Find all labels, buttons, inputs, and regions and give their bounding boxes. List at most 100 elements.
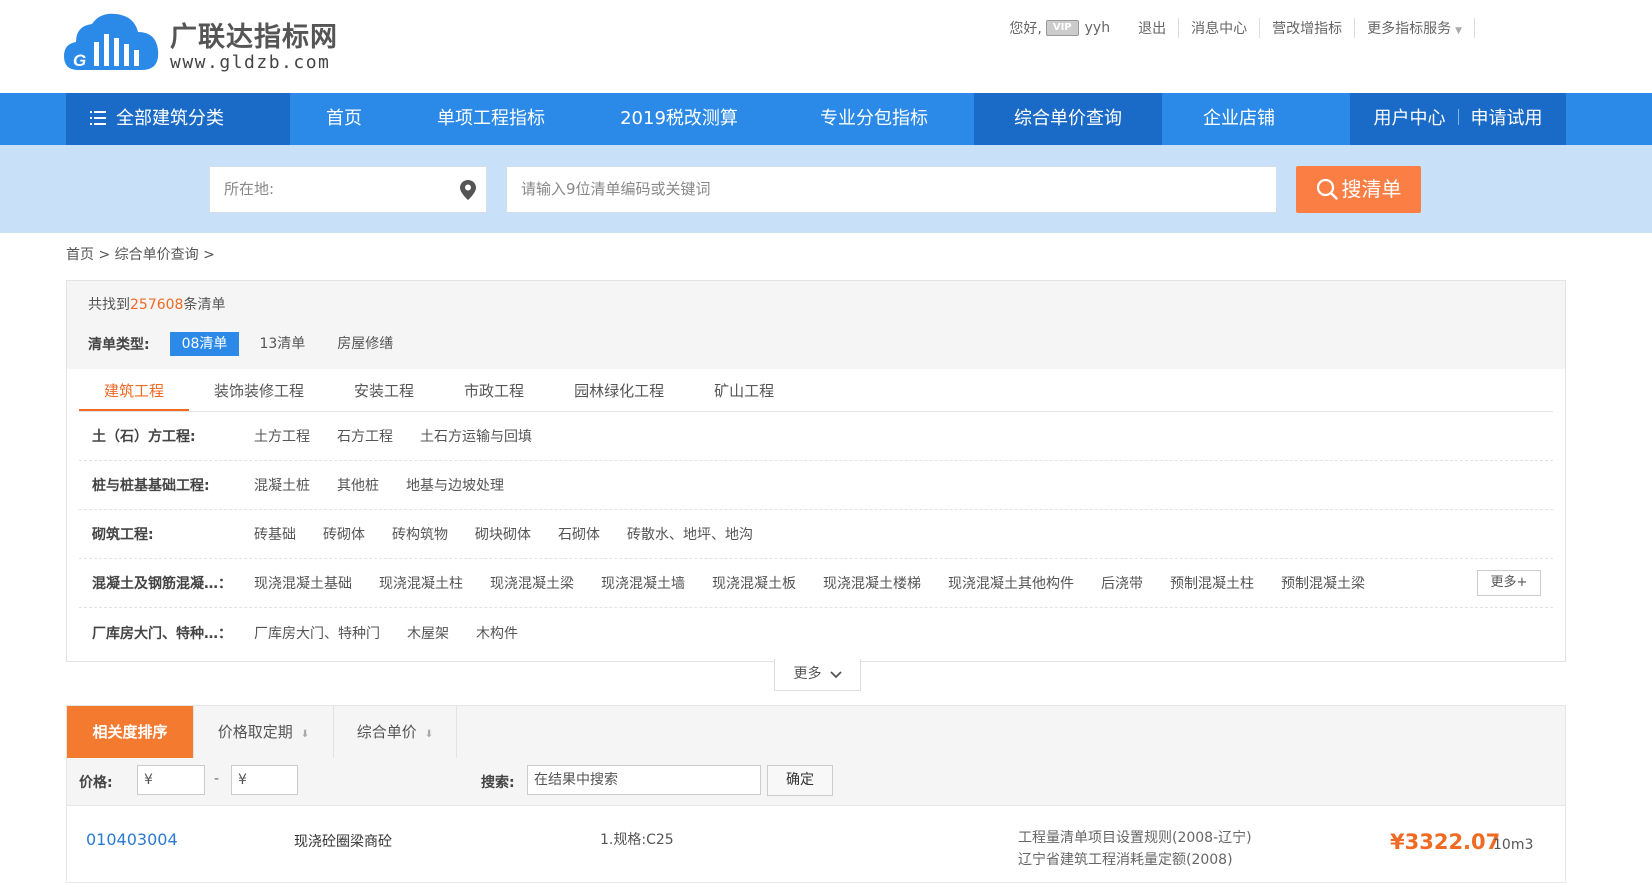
chevron-down-icon: ▼ [1455,26,1462,36]
category-item[interactable]: 土方工程 [254,426,310,446]
tab-landscaping[interactable]: 园林绿化工程 [549,369,689,411]
top-header: G 广联达指标网 www.gldzb.com 您好, VIP yyh 退出 消息… [0,0,1652,93]
category-item[interactable]: 预制混凝土柱 [1170,573,1254,593]
more-services-dropdown[interactable]: 更多指标服务 ▼ [1367,18,1462,38]
result-code-link[interactable]: 010403004 [86,830,178,849]
type-option-repair[interactable]: 房屋修缮 [325,332,405,356]
category-item[interactable]: 现浇混凝土楼梯 [823,573,921,593]
search-icon [1316,178,1338,200]
tab-building[interactable]: 建筑工程 [79,369,190,411]
category-item[interactable]: 现浇混凝土墙 [601,573,685,593]
arrow-down-icon: ⬇ [300,729,310,740]
result-name[interactable]: 现浇砼圈梁商砼 [294,831,392,851]
expand-more-button[interactable]: 更多 [774,659,861,691]
nav-user-area: 用户中心 申请试用 [1350,93,1566,145]
result-count-prefix: 共找到 [88,297,130,313]
nav-enterprise-store[interactable]: 企业店铺 [1162,93,1316,145]
divider [1178,18,1180,38]
category-item[interactable]: 其他桩 [337,475,379,495]
range-dash: - [214,771,220,787]
category-item[interactable]: 石方工程 [337,426,393,446]
category-name: 厂库房大门、特种…： [92,625,232,642]
main-nav: 全部建筑分类 首页 单项工程指标 2019税改测算 专业分包指标 综合单价查询 … [0,93,1652,145]
category-item[interactable]: 砖散水、地坪、地沟 [627,524,753,544]
category-item[interactable]: 现浇混凝土其他构件 [948,573,1074,593]
divider [1259,18,1261,38]
location-placeholder: 所在地: [224,180,275,198]
nav-2019-tax-calc[interactable]: 2019税改测算 [584,93,774,145]
sort-unit-price[interactable]: 综合单价 ⬇ [334,706,457,759]
category-item[interactable]: 现浇混凝土基础 [254,573,352,593]
logout-link[interactable]: 退出 [1138,18,1166,38]
keyword-placeholder: 请输入9位清单编码或关键词 [521,180,711,198]
search-list-button[interactable]: 搜清单 [1296,166,1421,213]
category-row: 砌筑工程: 砖基础 砖砌体 砖构筑物 砌块砌体 石砌体 砖散水、地坪、地沟 [79,510,1553,559]
location-pin-icon[interactable] [460,180,476,200]
type-option-13[interactable]: 13清单 [247,332,317,356]
sort-price-date[interactable]: 价格取定期 ⬇ [194,706,334,759]
category-item[interactable]: 现浇混凝土梁 [490,573,574,593]
confirm-button[interactable]: 确定 [767,765,833,796]
expand-more-label: 更多 [793,666,822,682]
result-row: 010403004 现浇砼圈梁商砼 1.规格:C25 工程量清单项目设置规则(2… [66,806,1566,883]
category-item[interactable]: 厂库房大门、特种门 [254,623,380,643]
result-price: ¥3322.07 [1390,830,1501,854]
all-categories-menu[interactable]: 全部建筑分类 [66,93,290,145]
category-item[interactable]: 现浇混凝土柱 [379,573,463,593]
sort-unit-price-label: 综合单价 [356,723,417,741]
username-link[interactable]: yyh [1085,20,1110,36]
price-max-input[interactable]: ¥ [231,765,298,795]
site-logo[interactable]: G 广联达指标网 www.gldzb.com [64,12,364,82]
category-item[interactable]: 石砌体 [558,524,600,544]
category-row: 桩与桩基基础工程: 混凝土桩 其他桩 地基与边坡处理 [79,461,1553,510]
more-services-label: 更多指标服务 [1367,21,1452,37]
divider [1354,18,1356,38]
category-item[interactable]: 混凝土桩 [254,475,310,495]
category-item[interactable]: 砖砌体 [323,524,365,544]
price-min-input[interactable]: ¥ [137,765,205,795]
category-row: 混凝土及钢筋混凝…： 现浇混凝土基础 现浇混凝土柱 现浇混凝土梁 现浇混凝土墙 … [79,559,1553,608]
cloud-logo-icon: G [64,13,159,70]
category-item[interactable]: 现浇混凝土板 [712,573,796,593]
type-option-08[interactable]: 08清单 [169,332,240,356]
sort-price-date-label: 价格取定期 [217,723,293,741]
category-item[interactable]: 砌块砌体 [475,524,531,544]
greeting-text: 您好, [1009,21,1042,37]
category-item[interactable]: 土石方运输与回填 [420,426,532,446]
search-within-input[interactable]: 在结果中搜索 [527,765,761,795]
user-center-link[interactable]: 用户中心 [1374,93,1446,145]
category-item[interactable]: 后浇带 [1101,573,1143,593]
message-center-link[interactable]: 消息中心 [1191,18,1247,38]
nav-unit-price-query[interactable]: 综合单价查询 [974,93,1162,145]
category-item[interactable]: 砖构筑物 [392,524,448,544]
price-label: 价格: [79,775,113,791]
nav-subcontract-index[interactable]: 专业分包指标 [774,93,974,145]
nav-single-project-index[interactable]: 单项工程指标 [398,93,584,145]
arrow-down-icon: ⬇ [424,729,434,740]
keyword-search-input[interactable]: 请输入9位清单编码或关键词 [506,166,1277,213]
category-item[interactable]: 木屋架 [407,623,449,643]
tab-mining[interactable]: 矿山工程 [689,369,799,411]
breadcrumb[interactable]: 首页 > 综合单价查询 > [66,244,215,264]
discipline-tabs: 建筑工程 装饰装修工程 安装工程 市政工程 园林绿化工程 矿山工程 [79,369,1553,412]
category-name: 混凝土及钢筋混凝…： [92,576,232,592]
tab-decoration[interactable]: 装饰装修工程 [189,369,329,411]
nav-home[interactable]: 首页 [290,93,398,145]
category-item[interactable]: 地基与边坡处理 [406,475,504,495]
more-categories-button[interactable]: 更多+ [1477,570,1541,596]
category-row: 土（石）方工程: 土方工程 石方工程 土石方运输与回填 [79,412,1553,461]
vat-index-link[interactable]: 营改增指标 [1272,18,1342,38]
result-count-suffix: 条清单 [183,297,226,313]
category-item[interactable]: 预制混凝土梁 [1281,573,1365,593]
category-item[interactable]: 砖基础 [254,524,296,544]
search-button-label: 搜清单 [1341,177,1402,201]
apply-trial-link[interactable]: 申请试用 [1471,93,1543,145]
result-source-rule: 工程量清单项目设置规则(2008-辽宁) [1018,830,1252,846]
category-item[interactable]: 木构件 [476,623,518,643]
category-name: 桩与桩基基础工程: [92,478,210,494]
location-input[interactable]: 所在地: [209,166,487,213]
tab-installation[interactable]: 安装工程 [329,369,439,411]
tab-municipal[interactable]: 市政工程 [439,369,549,411]
sort-relevance[interactable]: 相关度排序 [67,706,194,759]
divider [1457,109,1459,125]
